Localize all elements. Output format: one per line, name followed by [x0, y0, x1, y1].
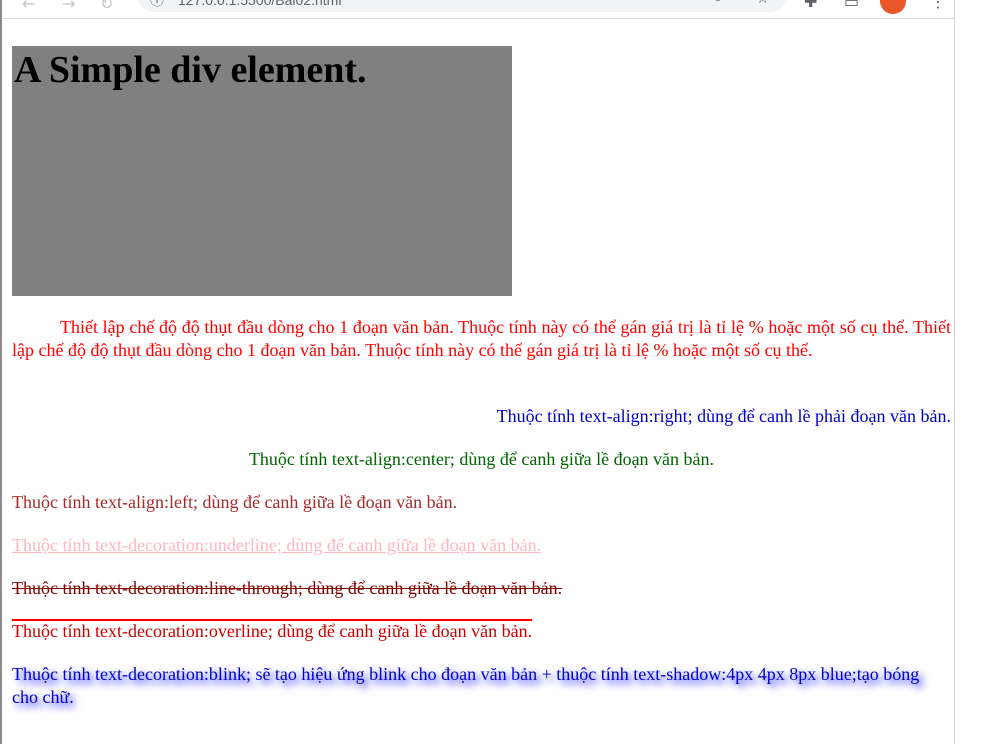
scrollbar-track — [954, 0, 955, 744]
paragraph-overline: Thuộc tính text-decoration:overline; dùn… — [12, 621, 533, 641]
paragraph-align-right: Thuộc tính text-align:right; dùng để can… — [496, 406, 951, 426]
browser-toolbar: ← → ↻ ⓘ 127.0.0.1:5500/Bai02.html ⇪ ☆ ✚ … — [0, 0, 955, 19]
address-bar[interactable]: ⓘ 127.0.0.1:5500/Bai02.html ⇪ ☆ — [138, 0, 786, 12]
window-edge — [0, 0, 2, 744]
paragraph-align-left: Thuộc tính text-align:left; dùng để canh… — [12, 492, 458, 512]
extensions-icon[interactable]: ✚ — [804, 0, 817, 11]
address-bar-url[interactable]: 127.0.0.1:5500/Bai02.html — [178, 0, 341, 8]
tab-search-icon[interactable]: ▭ — [844, 0, 859, 11]
simple-div-box: A Simple div element. — [12, 46, 512, 296]
forward-icon[interactable]: → — [62, 0, 75, 13]
share-icon[interactable]: ⇪ — [712, 0, 724, 5]
bookmark-star-icon[interactable]: ☆ — [756, 0, 769, 7]
menu-icon[interactable]: ⋮ — [930, 0, 946, 11]
paragraph-text-indent: Thiết lập chế độ độ thụt đầu dòng cho 1 … — [12, 317, 951, 360]
paragraph-align-center: Thuộc tính text-align:center; dùng để ca… — [248, 449, 715, 469]
page-heading: A Simple div element. — [14, 49, 367, 91]
reload-icon[interactable]: ↻ — [100, 0, 113, 13]
site-info-icon[interactable]: ⓘ — [150, 0, 164, 10]
page-content: A Simple div element. — [12, 46, 951, 296]
back-icon[interactable]: ← — [22, 0, 35, 13]
paragraph-overline-wrap: Thuộc tính text-decoration:overline; dùn… — [12, 620, 951, 643]
paragraph-text-shadow: Thuộc tính text-decoration:blink; sẽ tạo… — [12, 664, 920, 707]
paragraph-underline: Thuộc tính text-decoration:underline; dù… — [12, 535, 542, 555]
paragraph-line-through: Thuộc tính text-decoration:line-through;… — [12, 578, 563, 598]
profile-avatar[interactable] — [880, 0, 906, 14]
